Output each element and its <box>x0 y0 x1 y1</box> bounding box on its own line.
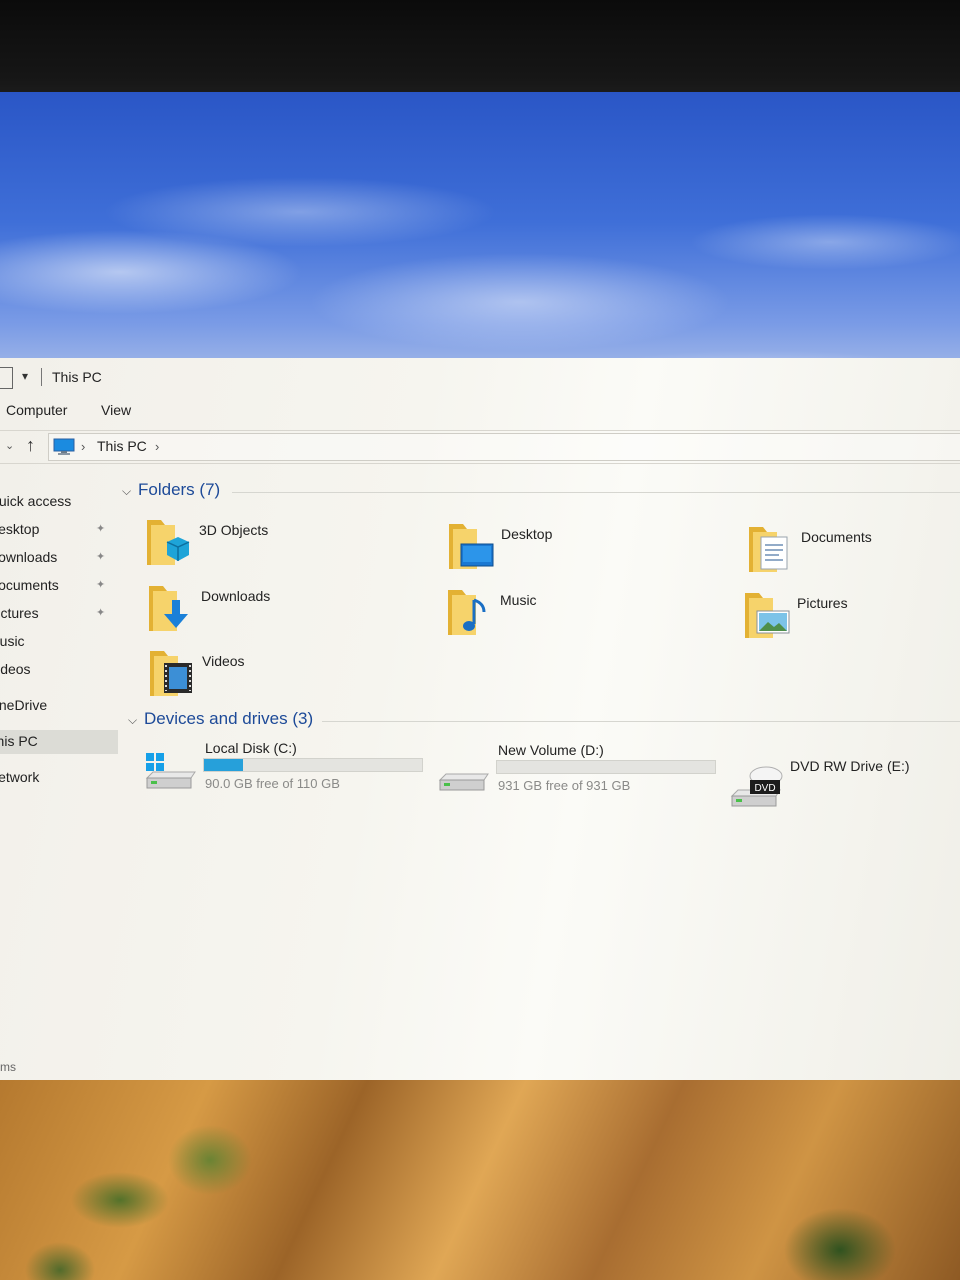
nav-item-label: Network <box>0 769 40 785</box>
desktop-folder-icon <box>449 524 494 569</box>
chevron-down-icon: ⌵ <box>128 713 138 727</box>
downloads-folder-icon <box>149 586 188 631</box>
nav-item-label: Pictures <box>0 605 39 621</box>
nav-item-network[interactable]: Network <box>0 766 118 790</box>
folder-pictures[interactable]: Pictures <box>743 589 960 649</box>
nav-item-label: This PC <box>0 733 38 749</box>
monitor-bezel <box>0 0 960 96</box>
drive-usage-bar <box>496 760 716 774</box>
pictures-folder-icon <box>745 593 790 638</box>
nav-item-onedrive[interactable]: OneDrive <box>0 694 118 718</box>
folder-videos[interactable]: Videos <box>148 647 408 707</box>
address-bar-row: ⌄ ↑ › This PC › <box>0 430 960 464</box>
nav-item-this-pc[interactable]: This PC <box>0 730 118 754</box>
drive-name: Local Disk (C:) <box>205 740 297 756</box>
status-bar-text: ms <box>0 1060 16 1074</box>
pin-icon: ✦ <box>96 607 106 619</box>
address-bar[interactable]: › This PC › <box>48 433 960 461</box>
folder-name: Videos <box>202 653 245 669</box>
drive-name: DVD RW Drive (E:) <box>790 758 910 774</box>
folder-name: Desktop <box>501 526 553 542</box>
group-divider <box>322 721 960 722</box>
nav-item-music[interactable]: Music <box>0 630 118 654</box>
title-separator <box>41 368 42 386</box>
3d-objects-folder-icon <box>147 520 190 565</box>
nav-item-label: Music <box>0 633 25 649</box>
nav-item-label: Documents <box>0 577 59 593</box>
dvd-drive-icon: DVD <box>730 766 783 807</box>
nav-item-videos[interactable]: Videos <box>0 658 118 682</box>
folder-desktop[interactable]: Desktop <box>447 520 707 580</box>
documents-folder-icon <box>749 527 788 572</box>
recent-locations-icon[interactable]: ⌄ <box>5 439 14 452</box>
tab-view[interactable]: View <box>101 402 131 418</box>
title-bar: ▾ This PC <box>0 358 960 394</box>
this-pc-icon <box>53 438 75 455</box>
devices-group-title: Devices and drives (3) <box>144 709 314 728</box>
folder-music[interactable]: Music <box>446 586 706 646</box>
nav-item-label: Videos <box>0 661 31 677</box>
nav-item-label: Downloads <box>0 549 58 565</box>
drive-free-space: 90.0 GB free of 110 GB <box>205 776 340 791</box>
tab-computer[interactable]: Computer <box>6 402 67 418</box>
windows-drive-icon <box>145 753 196 789</box>
pin-icon: ✦ <box>96 579 106 591</box>
videos-folder-icon <box>150 651 192 696</box>
devices-group-header[interactable]: ⌵ Devices and drives (3) <box>128 709 313 729</box>
drive-free-space: 931 GB free of 931 GB <box>498 778 631 793</box>
folder-name: 3D Objects <box>199 522 269 538</box>
breadcrumb-this-pc[interactable]: This PC <box>97 438 147 454</box>
nav-item-downloads[interactable]: Downloads ✦ <box>0 546 118 570</box>
folder-name: Documents <box>801 529 872 545</box>
drive-dvd-rw-e[interactable]: DVD DVD RW Drive (E:) <box>730 754 960 814</box>
dvd-badge-text: DVD <box>754 783 775 794</box>
folders-group-header[interactable]: ⌵ Folders (7) <box>122 480 220 500</box>
nav-item-documents[interactable]: Documents ✦ <box>0 574 118 598</box>
folder-name: Pictures <box>797 595 848 611</box>
folders-group-title: Folders (7) <box>138 480 221 499</box>
file-explorer-window: ▾ This PC Computer View ⌄ ↑ › This PC › … <box>0 358 960 1088</box>
drive-usage-bar <box>203 758 423 772</box>
drive-local-disk-c[interactable]: Local Disk (C:) 90.0 GB free of 110 GB <box>145 740 435 800</box>
chevron-down-icon: ⌵ <box>122 484 132 498</box>
nav-item-label: Quick access <box>0 493 72 509</box>
folder-downloads[interactable]: Downloads <box>147 582 407 642</box>
nav-item-desktop[interactable]: Desktop ✦ <box>0 518 118 542</box>
folder-3d-objects[interactable]: 3D Objects <box>145 516 405 576</box>
desktop-wallpaper-sky <box>0 92 960 382</box>
folder-name: Downloads <box>201 588 271 604</box>
folder-documents[interactable]: Documents <box>747 523 960 583</box>
drive-usage-fill <box>204 759 244 771</box>
quick-access-toolbar-icon[interactable] <box>0 367 13 389</box>
drive-name: New Volume (D:) <box>498 742 604 758</box>
pin-icon: ✦ <box>96 523 106 535</box>
folder-name: Music <box>500 592 537 608</box>
music-folder-icon <box>448 590 486 635</box>
window-title: This PC <box>52 369 102 385</box>
pin-icon: ✦ <box>96 551 106 563</box>
drive-new-volume-d[interactable]: New Volume (D:) 931 GB free of 931 GB <box>438 742 728 802</box>
group-divider <box>232 492 960 493</box>
nav-item-label: Desktop <box>0 521 40 537</box>
ribbon-tabs: Computer View <box>0 396 960 426</box>
up-arrow-icon[interactable]: ↑ <box>26 435 35 456</box>
nav-item-pictures[interactable]: Pictures ✦ <box>0 602 118 626</box>
customize-toolbar-arrow-icon[interactable]: ▾ <box>22 369 28 383</box>
nav-item-label: OneDrive <box>0 697 48 713</box>
breadcrumb-chevron-icon[interactable]: › <box>81 439 85 454</box>
desktop-wallpaper-rocks <box>0 1080 960 1280</box>
hard-drive-icon <box>438 773 489 791</box>
nav-item-quick-access[interactable]: Quick access <box>0 490 118 514</box>
breadcrumb-chevron-icon[interactable]: › <box>155 439 159 454</box>
